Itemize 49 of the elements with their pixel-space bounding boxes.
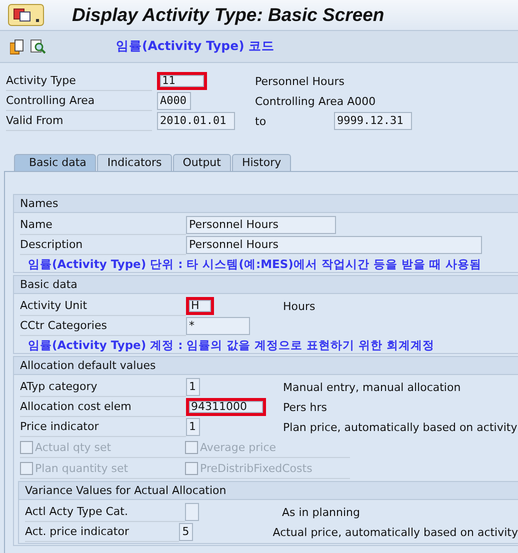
input-field[interactable]: Personnel Hours <box>186 216 336 234</box>
group-title: Basic data <box>14 276 518 294</box>
field-label: Actl Acty Type Cat. <box>25 502 185 522</box>
field-label: to <box>255 114 268 128</box>
document-icon[interactable] <box>10 38 24 54</box>
input-field[interactable]: A000 <box>157 92 191 110</box>
field-label: Allocation cost elem <box>20 398 186 416</box>
field-description: As in planning <box>282 506 360 518</box>
tab[interactable]: Basic data <box>14 154 96 171</box>
field-label: Controlling Area <box>6 92 152 110</box>
annotation-text: 임률(Activity Type) 단위 : 타 시스템(예:MES)에서 작업시간 등을 받을 때 사용됨 <box>27 256 482 272</box>
input-field[interactable]: 9999.12.31 <box>334 112 412 130</box>
input-field[interactable]: 5 <box>179 523 194 541</box>
input-field[interactable]: Personnel Hours <box>186 236 482 254</box>
window-title: Display Activity Type: Basic Screen <box>72 4 384 26</box>
field-description: Manual entry, manual allocation <box>283 380 461 394</box>
field-label: ATyp category <box>20 378 186 396</box>
input-field[interactable]: 11 <box>157 72 207 90</box>
field-label: CCtr Categories <box>20 316 186 336</box>
field-description: Plan price, automatically based on activity <box>283 420 518 434</box>
field-label: Price indicator <box>20 418 186 436</box>
field-label: Activity Type <box>6 72 152 90</box>
field-description: Pers hrs <box>283 400 327 414</box>
tab[interactable]: Indicators <box>97 154 172 171</box>
field-description: Personnel Hours <box>255 74 344 88</box>
input-field[interactable] <box>185 503 199 521</box>
tab[interactable]: Output <box>172 154 231 171</box>
group-title: Allocation default values <box>14 357 518 375</box>
group-title: Variance Values for Actual Allocation <box>19 482 518 500</box>
input-field[interactable]: * <box>186 317 250 335</box>
field-label: Name <box>20 216 186 234</box>
input-field[interactable]: 1 <box>186 418 200 436</box>
input-field[interactable]: 1 <box>186 378 200 396</box>
menu-icon[interactable] <box>8 4 44 26</box>
field-label: Description <box>20 236 186 254</box>
field-description: Actual price, automatically based on activity <box>272 526 518 538</box>
input-field[interactable]: H <box>186 297 214 315</box>
field-description: Hours <box>283 300 316 312</box>
search-icon[interactable] <box>30 38 46 54</box>
field-label: Activity Unit <box>20 296 186 316</box>
tab[interactable]: History <box>232 154 292 171</box>
input-field[interactable]: 2010.01.01 <box>157 112 235 130</box>
annotation-text: 임률(Activity Type) 계정 : 임률의 값을 계정으로 표현하기 위한 회계계정 <box>27 337 436 353</box>
field-description: Controlling Area A000 <box>255 94 376 108</box>
input-field[interactable]: 94311000 <box>186 398 266 416</box>
group-title: Names <box>14 195 518 213</box>
field-label: Act. price indicator <box>25 522 180 542</box>
annotation-text: 임률(Activity Type) 코드 <box>116 38 275 55</box>
field-label: Valid From <box>6 112 152 130</box>
